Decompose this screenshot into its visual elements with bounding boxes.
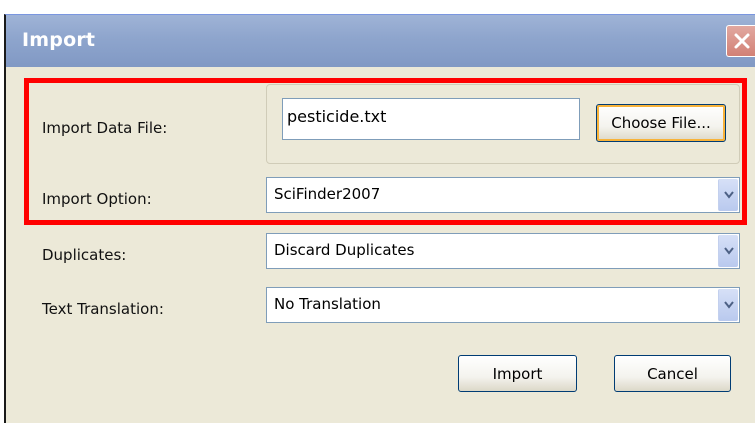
choose-file-button[interactable]: Choose File... [596,104,726,142]
duplicates-select[interactable]: Discard Duplicates [266,233,740,269]
duplicates-value: Discard Duplicates [274,241,415,259]
import-option-label: Import Option: [42,190,152,208]
import-data-file-label: Import Data File: [42,119,168,137]
import-option-dropdown-button[interactable] [718,179,738,211]
text-translation-label: Text Translation: [42,300,164,318]
text-translation-select[interactable]: No Translation [266,287,740,323]
close-button[interactable] [726,25,755,57]
duplicates-dropdown-button[interactable] [718,235,738,267]
text-translation-dropdown-button[interactable] [718,289,738,321]
duplicates-label: Duplicates: [42,246,127,264]
import-data-file-input[interactable]: pesticide.txt [282,98,580,140]
import-button[interactable]: Import [458,355,577,392]
close-icon [734,33,750,49]
import-option-select[interactable]: SciFinder2007 [266,177,740,213]
chevron-down-icon [724,301,734,309]
title-bar[interactable]: Import [6,15,755,67]
text-translation-value: No Translation [274,295,381,313]
chevron-down-icon [724,247,734,255]
window-title: Import [22,29,96,51]
import-option-value: SciFinder2007 [274,185,381,203]
chevron-down-icon [724,191,734,199]
cancel-button[interactable]: Cancel [614,355,731,392]
